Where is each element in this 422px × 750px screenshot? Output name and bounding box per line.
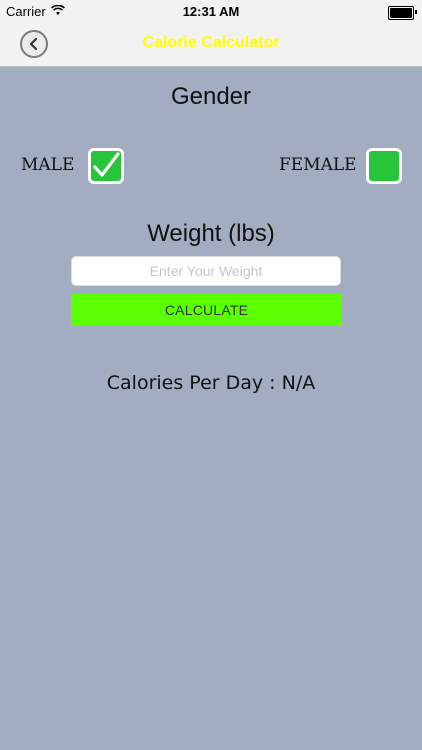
female-label: FEMALE — [279, 155, 357, 175]
navigation-bar: Calorie Calculator — [0, 24, 422, 67]
weight-heading: Weight (lbs) — [147, 220, 275, 247]
battery-icon — [388, 6, 417, 20]
weight-input[interactable] — [71, 256, 341, 286]
calculate-button[interactable]: CALCULATE — [71, 294, 342, 326]
male-checkbox[interactable] — [88, 148, 124, 184]
status-time: 12:31 AM — [182, 4, 240, 19]
gender-heading: Gender — [170, 83, 252, 110]
female-checkbox[interactable] — [366, 148, 402, 184]
male-label: MALE — [21, 155, 75, 175]
nav-title: Calorie Calculator — [142, 34, 280, 51]
calories-result: Calories Per Day : N/A — [106, 372, 316, 394]
status-bar: Carrier 12:31 AM — [0, 0, 422, 24]
checkmark-icon — [93, 152, 120, 177]
